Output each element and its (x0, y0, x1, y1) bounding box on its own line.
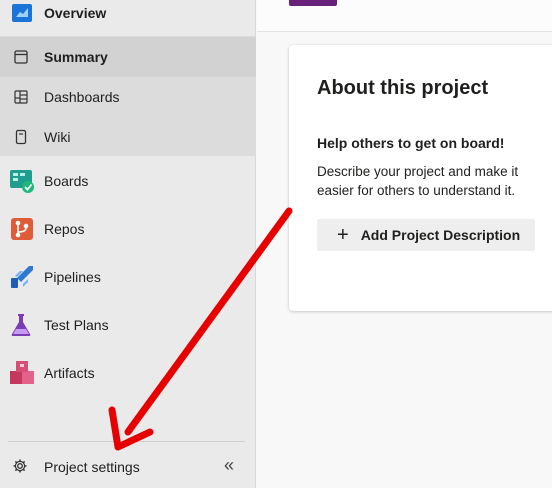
sidebar-item-wiki[interactable]: Wiki (0, 117, 256, 157)
sidebar-item-artifacts[interactable]: Artifacts (0, 353, 256, 393)
sidebar-divider (8, 441, 245, 442)
sidebar-item-label: Summary (44, 49, 108, 65)
sidebar-item-boards[interactable]: Boards (0, 161, 256, 201)
sidebar-item-test-plans[interactable]: Test Plans (0, 305, 256, 345)
sidebar-item-dashboards[interactable]: Dashboards (0, 77, 256, 117)
add-button-label: Add Project Description (360, 227, 521, 243)
sidebar-item-label: Boards (44, 173, 89, 189)
sidebar-item-label: Repos (44, 221, 85, 237)
card-subtitle: Help others to get on board! (317, 135, 505, 151)
wiki-icon (12, 128, 30, 146)
sidebar-item-pipelines[interactable]: Pipelines (0, 257, 256, 297)
pipelines-icon (9, 264, 35, 290)
project-settings-label: Project settings (44, 459, 140, 475)
test-plans-icon (9, 312, 35, 338)
about-project-card: About this project Help others to get on… (289, 45, 552, 311)
sidebar: Overview Summary Dashboards Wiki Boards … (0, 0, 256, 488)
project-avatar (289, 0, 337, 6)
sidebar-item-label: Test Plans (44, 317, 109, 333)
sidebar-item-repos[interactable]: Repos (0, 209, 256, 249)
artifacts-icon (9, 360, 35, 386)
project-settings-button[interactable]: Project settings « (0, 447, 256, 487)
collapse-sidebar-icon[interactable]: « (224, 456, 234, 474)
dashboards-icon (12, 88, 30, 106)
boards-icon (9, 168, 35, 194)
card-title: About this project (317, 77, 489, 99)
sidebar-item-label: Overview (44, 5, 107, 21)
sidebar-item-label: Wiki (44, 129, 71, 145)
gear-icon (12, 458, 28, 474)
plus-icon: + (337, 224, 349, 246)
overview-icon (9, 0, 35, 26)
card-description: Describe your project and make it easier… (317, 164, 519, 198)
sidebar-item-overview[interactable]: Overview (0, 0, 256, 33)
sidebar-item-label: Dashboards (44, 89, 120, 105)
summary-icon (12, 48, 30, 66)
sidebar-item-label: Pipelines (44, 269, 101, 285)
repos-icon (9, 216, 35, 242)
sidebar-item-summary[interactable]: Summary (0, 37, 256, 77)
add-project-description-button[interactable]: + Add Project Description (317, 219, 535, 251)
sidebar-item-label: Artifacts (44, 365, 95, 381)
